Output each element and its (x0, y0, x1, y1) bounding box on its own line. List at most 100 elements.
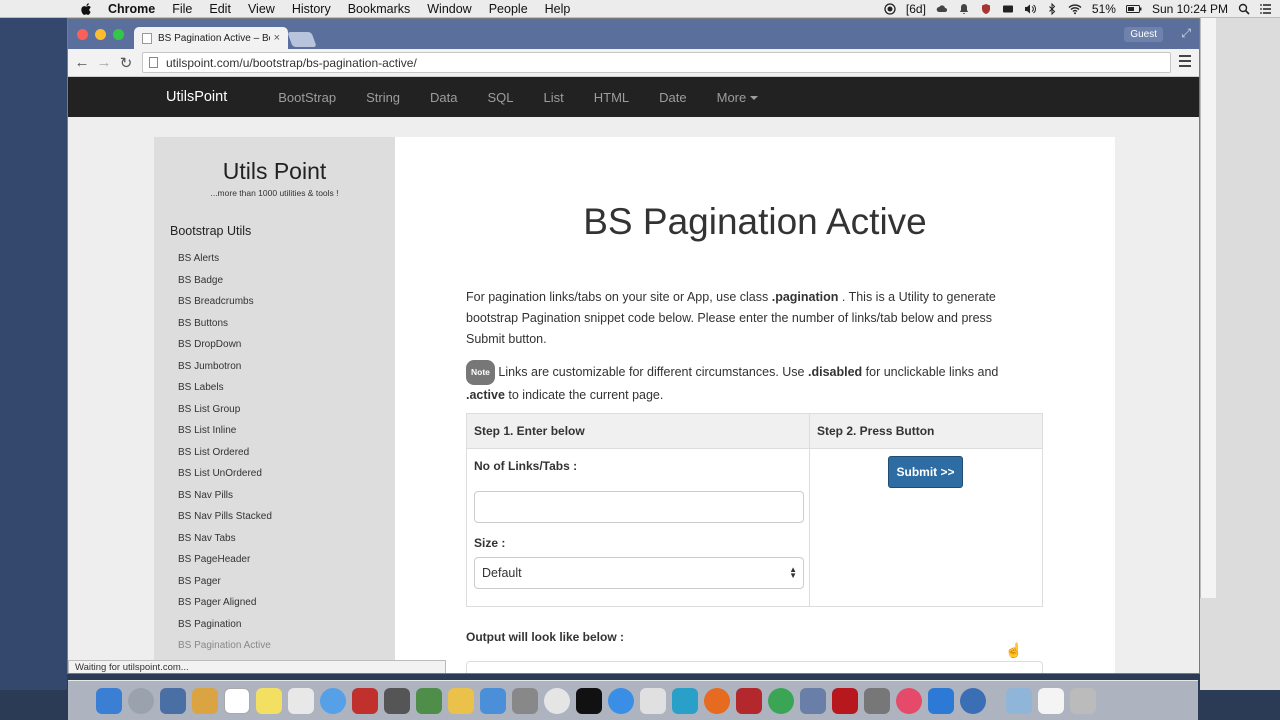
spotlight-icon[interactable] (1238, 3, 1250, 15)
nav-date[interactable]: Date (659, 90, 686, 105)
messages-icon[interactable] (320, 687, 346, 714)
apple-menu-icon[interactable] (80, 2, 94, 16)
documents-icon[interactable] (1038, 687, 1064, 714)
itunes-icon[interactable] (896, 687, 922, 714)
back-arrow-icon[interactable]: ← (71, 54, 93, 71)
menu-window[interactable]: Window (427, 2, 471, 16)
finder-icon[interactable] (96, 687, 122, 714)
browser-tab[interactable]: BS Pagination Active – Boo × (134, 27, 288, 49)
trash-icon[interactable] (1070, 687, 1096, 714)
filezilla-icon[interactable] (832, 687, 858, 714)
nav-bootstrap[interactable]: BootStrap (278, 90, 336, 105)
firefox-icon[interactable] (704, 687, 730, 714)
activity-monitor-icon[interactable] (576, 687, 602, 714)
menu-history[interactable]: History (292, 2, 331, 16)
downloads-folder-icon[interactable] (1006, 687, 1032, 714)
sidebar-item-bs-nav-tabs[interactable]: BS Nav Tabs (178, 531, 395, 553)
contacts-icon[interactable] (192, 687, 218, 714)
nav-more-dropdown[interactable]: More (717, 90, 759, 105)
menu-people[interactable]: People (489, 2, 528, 16)
sidebar-item-bs-breadcrumbs[interactable]: BS Breadcrumbs (178, 294, 395, 316)
battery-icon[interactable] (1125, 3, 1142, 15)
address-bar[interactable]: utilspoint.com/u/bootstrap/bs-pagination… (142, 52, 1171, 73)
menu-help[interactable]: Help (545, 2, 571, 16)
forward-arrow-icon[interactable]: → (93, 54, 115, 71)
size-select[interactable]: Default ▲ ▼ (474, 557, 804, 589)
close-tab-icon[interactable]: × (274, 32, 280, 44)
sidebar-item-bs-pager[interactable]: BS Pager (178, 574, 395, 596)
chrome-icon[interactable] (768, 687, 794, 714)
reload-icon[interactable]: ↻ (115, 54, 137, 72)
textedit-icon[interactable] (448, 687, 474, 714)
nav-list[interactable]: List (544, 90, 564, 105)
menu-edit[interactable]: Edit (209, 2, 231, 16)
menubar-clock[interactable]: Sun 10:24 PM (1152, 2, 1228, 16)
sidebar-item-bs-list-unordered[interactable]: BS List UnOrdered (178, 466, 395, 488)
record-icon[interactable] (884, 3, 896, 15)
wifi-icon[interactable] (1068, 3, 1082, 15)
app-dark-icon[interactable] (864, 687, 890, 714)
photo-app-icon[interactable] (160, 687, 186, 714)
safari-icon[interactable] (608, 687, 634, 714)
word-icon[interactable] (928, 687, 954, 714)
system-preferences-icon[interactable] (512, 687, 538, 714)
notes-icon[interactable] (256, 687, 282, 714)
rsa-securid-icon[interactable] (736, 687, 762, 714)
sidebar-item-bs-dropdown[interactable]: BS DropDown (178, 337, 395, 359)
shield-icon[interactable] (980, 3, 992, 15)
fullscreen-icon[interactable]: ⤢ (1181, 26, 1191, 41)
status-badge[interactable]: [6d] (906, 2, 926, 16)
minimize-window-button[interactable] (95, 29, 106, 40)
menu-bookmarks[interactable]: Bookmarks (348, 2, 411, 16)
keynote-icon[interactable] (480, 687, 506, 714)
new-tab-button[interactable] (287, 32, 317, 47)
nav-string[interactable]: String (366, 90, 400, 105)
site-brand-link[interactable]: UtilsPoint (166, 89, 227, 105)
nav-html[interactable]: HTML (594, 90, 629, 105)
sidebar-item-bs-list-inline[interactable]: BS List Inline (178, 423, 395, 445)
links-count-input[interactable] (474, 491, 804, 523)
display-icon[interactable] (1002, 3, 1014, 15)
image-app-icon[interactable] (416, 687, 442, 714)
blue-app-icon[interactable] (672, 687, 698, 714)
sidebar-item-bs-list-ordered[interactable]: BS List Ordered (178, 445, 395, 467)
sidebar-item-bs-list-group[interactable]: BS List Group (178, 402, 395, 424)
app-store-icon[interactable] (544, 687, 570, 714)
screenshot-icon[interactable] (384, 687, 410, 714)
sidebar-item-bs-buttons[interactable]: BS Buttons (178, 316, 395, 338)
bell-icon[interactable] (958, 3, 970, 15)
sidebar-item-bs-labels[interactable]: BS Labels (178, 380, 395, 402)
app-gray-icon[interactable] (800, 687, 826, 714)
window-controls (77, 29, 124, 40)
sidebar-item-bs-nav-pills-stacked[interactable]: BS Nav Pills Stacked (178, 509, 395, 531)
sidebar-item-bs-pagination-active[interactable]: BS Pagination Active (178, 638, 395, 660)
notification-center-icon[interactable] (1260, 3, 1272, 15)
sidebar-item-bs-jumbotron[interactable]: BS Jumbotron (178, 359, 395, 381)
bluetooth-icon[interactable] (1046, 3, 1058, 15)
calendar-icon[interactable] (224, 687, 250, 714)
app-red-icon[interactable] (352, 687, 378, 714)
hamburger-menu-icon[interactable] (1179, 55, 1191, 70)
sidebar-item-bs-alerts[interactable]: BS Alerts (178, 251, 395, 273)
launchpad-icon[interactable] (128, 687, 154, 714)
grid-app-icon[interactable] (640, 687, 666, 714)
battery-percent[interactable]: 51% (1092, 2, 1116, 16)
guest-profile-button[interactable]: Guest (1124, 27, 1163, 42)
cloud-icon[interactable] (936, 3, 948, 15)
nav-sql[interactable]: SQL (488, 90, 514, 105)
close-window-button[interactable] (77, 29, 88, 40)
sidebar-item-bs-badge[interactable]: BS Badge (178, 273, 395, 295)
sidebar-item-bs-nav-pills[interactable]: BS Nav Pills (178, 488, 395, 510)
reminders-icon[interactable] (288, 687, 314, 714)
sidebar-item-bs-pageheader[interactable]: BS PageHeader (178, 552, 395, 574)
quicktime-icon[interactable] (960, 687, 986, 714)
zoom-window-button[interactable] (113, 29, 124, 40)
menu-chrome[interactable]: Chrome (108, 2, 155, 16)
volume-icon[interactable] (1024, 3, 1036, 15)
menu-file[interactable]: File (172, 2, 192, 16)
menu-view[interactable]: View (248, 2, 275, 16)
sidebar-item-bs-pager-aligned[interactable]: BS Pager Aligned (178, 595, 395, 617)
nav-data[interactable]: Data (430, 90, 457, 105)
sidebar-item-bs-pagination[interactable]: BS Pagination (178, 617, 395, 639)
submit-button[interactable]: Submit >> (888, 456, 963, 488)
